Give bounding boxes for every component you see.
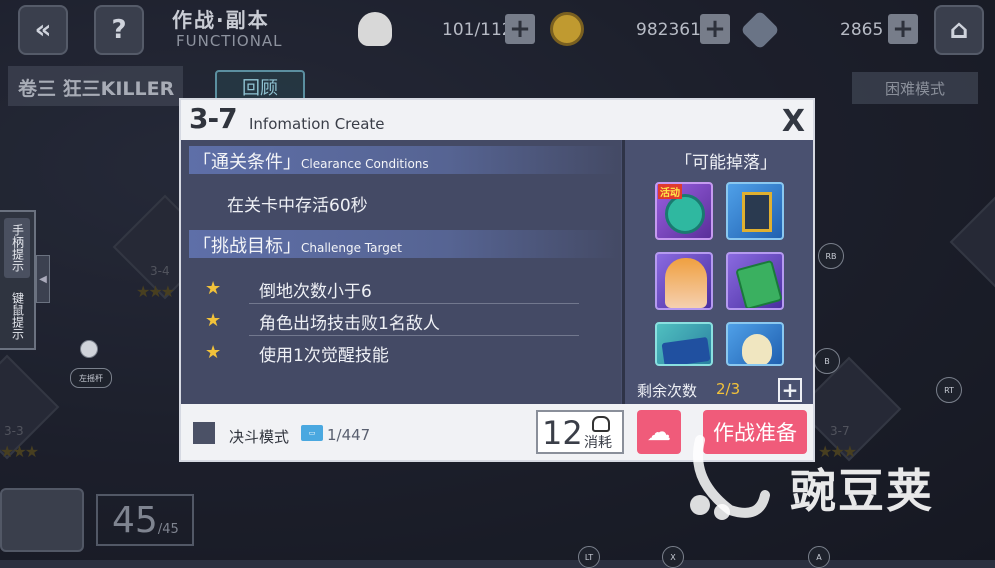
top-bar: « ? 作战·副本 FUNCTIONAL 101/112 + 982361 + … [0,0,995,60]
home-button[interactable]: ⌂ [934,5,984,55]
control-hint-tabs: 手柄提示 键鼠提示 [0,210,36,350]
drop-item-green-card[interactable] [726,252,784,310]
challenge-target-row: ★ 使用1次觉醒技能 [205,338,601,368]
clear-conditions-title: 「通关条件」 [193,152,301,173]
lt-button-hint: LT [578,546,600,568]
duel-mode-label: 决斗模式 [229,428,290,446]
possible-drops-title: 「可能掉落」 [675,153,777,173]
wandoujia-logo-icon [690,435,770,520]
drop-item-spirit-creature[interactable] [726,322,784,366]
home-icon: ⌂ [949,15,969,45]
dialog-title: Infomation Create [249,115,385,133]
review-button[interactable]: 回顾 [215,70,305,104]
hard-mode-button[interactable]: 困难模式 [852,72,978,104]
dialog-header: 3-7 Infomation Create X [181,100,813,140]
drop-item-event-token[interactable]: 活动 [655,182,713,240]
joystick-hint: 左摇杆 [70,368,112,388]
clear-conditions-header: 「通关条件」Clearance Conditions [189,146,619,174]
help-button[interactable]: ? [94,5,144,55]
duel-ticket-icon: ▭ [301,425,323,441]
star-total-current: 45 [112,499,158,541]
b-button-hint: B [814,348,840,374]
drop-item-chip[interactable] [726,182,784,240]
tab-gamepad-hints[interactable]: 手柄提示 [4,218,30,278]
challenge-target-text: 倒地次数小于6 [259,282,372,302]
pane-divider [622,140,625,404]
challenge-target-text: 角色出场技击败1名敌人 [259,314,440,334]
duel-ticket-count: 1/447 [327,426,371,444]
coin-icon [550,12,584,46]
joystick-knob-icon [80,340,98,358]
auto-battle-icon: ☁ [647,418,671,446]
row-divider [249,303,579,304]
plus-icon: + [781,378,799,402]
star-icon: ★ [205,278,222,299]
rt-button-hint: RT [936,377,962,403]
challenge-target-text: 使用1次觉醒技能 [259,346,389,366]
green-card-icon [735,259,782,308]
drop-item-ticket-card[interactable] [655,322,713,366]
question-icon: ? [111,15,127,45]
onigiri-icon [358,12,392,46]
close-button[interactable]: X [782,104,805,139]
ticket-card-icon [661,336,711,364]
add-coin-button[interactable]: + [700,14,730,44]
page-subtitle: FUNCTIONAL [176,32,283,50]
stamina-cost-number: 12 [542,414,583,452]
spirit-creature-icon [742,334,772,364]
add-crystal-button[interactable]: + [888,14,918,44]
page-title: 作战·副本 [172,8,270,32]
remaining-attempts-label: 剩余次数 [637,382,698,400]
event-token-icon [665,194,705,234]
star-icon: ★ [205,310,222,331]
crystal-icon [740,10,780,50]
a-button-hint: A [808,546,830,568]
back-arrow-icon: « [34,15,52,45]
challenge-target-header: 「挑战目标」Challenge Target [189,230,619,258]
clear-condition-text: 在关卡中存活60秒 [227,196,368,216]
character-portrait-icon [665,258,707,308]
stamina-cost: 12 消耗 [536,410,624,454]
hard-mode-label: 困难模式 [884,79,945,98]
collapse-tab-button[interactable]: ◀ [36,255,50,303]
tab-keyboard-hints[interactable]: 键鼠提示 [4,286,30,346]
row-divider [249,335,579,336]
chip-icon [742,192,772,232]
chevron-left-icon: ◀ [39,273,47,285]
review-label: 回顾 [242,78,278,99]
watermark-text: 豌豆荚 [790,464,934,518]
chapter-title: 卷三 狂三KILLER [18,78,175,100]
star-total: 45/45 [96,494,194,546]
stamina-value: 101/112 [442,20,513,40]
back-button[interactable]: « [18,5,68,55]
x-button-hint: X [662,546,684,568]
challenge-target-row: ★ 角色出场技击败1名敌人 [205,306,601,336]
challenge-target-row: ★ 倒地次数小于6 [205,274,601,304]
reward-chest-icon[interactable] [0,488,84,552]
duel-mode-checkbox[interactable] [193,422,215,444]
coin-value: 982361 [636,20,701,40]
stage-info-dialog: 3-7 Infomation Create X 「通关条件」Clearance … [181,100,813,460]
add-stamina-button[interactable]: + [505,14,535,44]
rb-button-hint: RB [818,243,844,269]
clear-conditions-title-en: Clearance Conditions [301,157,429,171]
star-icon: ★ [205,342,222,363]
challenge-target-title: 「挑战目标」 [193,236,301,257]
challenge-target-title-en: Challenge Target [301,241,402,255]
drop-item-character[interactable] [655,252,713,310]
stamina-cost-label: 消耗 [584,435,612,451]
onigiri-icon [592,416,610,432]
stage-number: 3-7 [189,102,238,135]
event-badge: 活动 [658,184,682,199]
add-attempts-button[interactable]: + [778,378,802,402]
star-total-max: /45 [157,521,179,537]
crystal-value: 2865 [840,20,884,40]
remaining-attempts-value: 2/3 [716,380,741,398]
